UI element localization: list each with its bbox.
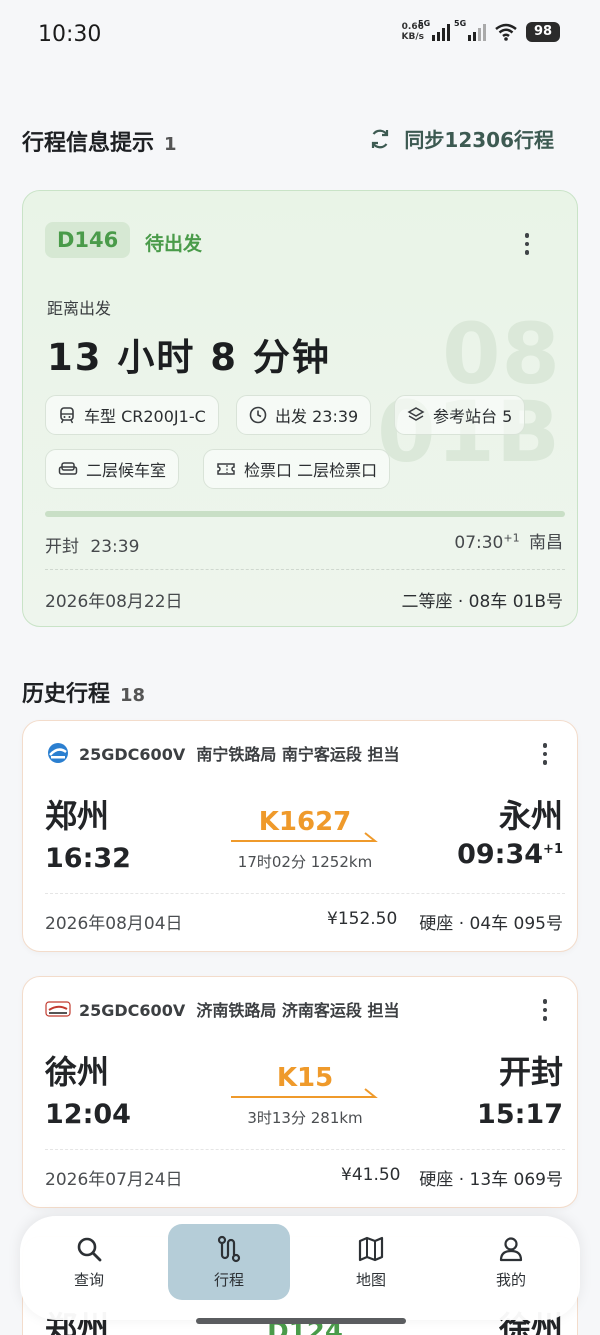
train-icon	[60, 407, 74, 424]
duration-distance: 3时13分 281km	[247, 1109, 363, 1127]
ticket-price: ¥152.50	[327, 909, 398, 929]
bureau-info: 25GDC600V 南宁铁路局 南宁客运段 担当	[45, 741, 400, 765]
bureau-logo-icon	[45, 1001, 71, 1017]
bottom-navigation: 查询 行程 地图 我的	[20, 1216, 580, 1320]
trip-date: 2026年08月04日	[45, 914, 183, 934]
section-title-current: 行程信息提示 1	[22, 131, 177, 156]
current-trip-card[interactable]: 08 01B D146 待出发 距离出发 13 小时 8 分钟 车型 CR200…	[22, 190, 578, 627]
person-icon	[499, 1236, 523, 1261]
search-icon	[77, 1237, 102, 1261]
more-options-button[interactable]	[533, 739, 557, 769]
duration-distance: 17时02分 1252km	[237, 853, 373, 871]
signal-icon-sim2: 5G	[454, 19, 486, 41]
history-trip-card[interactable]: 25GDC600V 南宁铁路局 南宁客运段 担当 郑州 16:32 K1627 …	[22, 720, 578, 952]
seat-info: 硬座 · 13车 069号	[419, 1170, 563, 1190]
section-title-history: 历史行程 18	[22, 682, 146, 707]
battery-indicator: 98	[526, 22, 560, 42]
signal-icon-sim1: 5G	[418, 19, 450, 41]
departure-station: 徐州	[45, 1053, 110, 1091]
status-icons: 0.66 KB/s 5G 5G 98	[402, 19, 560, 42]
divider	[45, 1149, 565, 1150]
status-time: 10:30	[38, 22, 102, 47]
bureau-info: 25GDC600V 济南铁路局 济南客运段 担当	[45, 997, 400, 1021]
history-trip-card[interactable]: 25GDC600V 济南铁路局 济南客运段 担当 徐州 12:04 K15 3时…	[22, 976, 578, 1208]
trip-date: 2026年07月24日	[45, 1170, 183, 1190]
trip-progress-bar	[45, 511, 565, 517]
bureau-logo-icon	[48, 743, 68, 763]
departure-time: 12:04	[45, 1099, 131, 1130]
sofa-icon	[58, 462, 78, 475]
train-number-badge: D146	[45, 222, 131, 258]
arrival-station: 永州	[498, 797, 563, 835]
nav-item-trips[interactable]: 行程	[168, 1224, 290, 1300]
seat-info: 硬座 · 04车 095号	[419, 914, 563, 934]
countdown-value: 13 小时 8 分钟	[47, 336, 331, 379]
current-trip-count: 1	[164, 134, 177, 155]
status-bar: 10:30 0.66 KB/s 5G 5G 98	[0, 0, 600, 72]
layers-icon	[407, 407, 425, 421]
arrival-info: 07:30+1 南昌	[454, 531, 563, 553]
map-icon	[358, 1236, 384, 1261]
nav-item-map[interactable]: 地图	[310, 1224, 432, 1300]
departure-station: 郑州	[45, 797, 110, 835]
ticket-icon	[217, 463, 235, 475]
chip-train-model[interactable]: 车型 CR200J1-C	[45, 395, 219, 435]
route-arrow-icon	[231, 832, 378, 842]
trip-status: 待出发	[145, 233, 203, 255]
arrival-station: 开封	[498, 1053, 563, 1091]
route-arrow-icon	[231, 1088, 378, 1098]
route-icon	[217, 1235, 241, 1262]
clock-icon	[249, 406, 267, 424]
nav-item-profile[interactable]: 我的	[450, 1224, 572, 1300]
history-count: 18	[120, 685, 146, 706]
more-options-button[interactable]	[533, 995, 557, 1025]
more-options-button[interactable]	[515, 229, 539, 259]
home-indicator[interactable]	[196, 1318, 406, 1324]
departure-info: 开封 23:39	[45, 537, 140, 557]
arrival-time: 15:17	[477, 1099, 563, 1130]
countdown-label: 距离出发	[47, 299, 112, 318]
ticket-price: ¥41.50	[341, 1165, 401, 1185]
seat-watermark: 08 01B	[377, 305, 561, 474]
sync-icon	[372, 129, 389, 148]
arrival-time: 09:34+1	[457, 839, 563, 870]
departure-time: 16:32	[45, 843, 131, 874]
seat-info: 二等座 · 08车 01B号	[401, 592, 563, 612]
chip-ticket-gate[interactable]: 检票口 二层检票口	[203, 449, 391, 489]
divider	[45, 569, 565, 570]
chip-departure[interactable]: 出发 23:39	[236, 395, 372, 435]
chip-platform[interactable]: 参考站台 5	[394, 395, 526, 435]
chip-waiting-room[interactable]: 二层候车室	[45, 449, 180, 489]
divider	[45, 893, 565, 894]
nav-item-search[interactable]: 查询	[28, 1224, 150, 1300]
sync-12306-button[interactable]: 同步12306行程	[368, 124, 554, 153]
wifi-icon	[495, 23, 517, 41]
trip-date: 2026年08月22日	[45, 592, 183, 612]
